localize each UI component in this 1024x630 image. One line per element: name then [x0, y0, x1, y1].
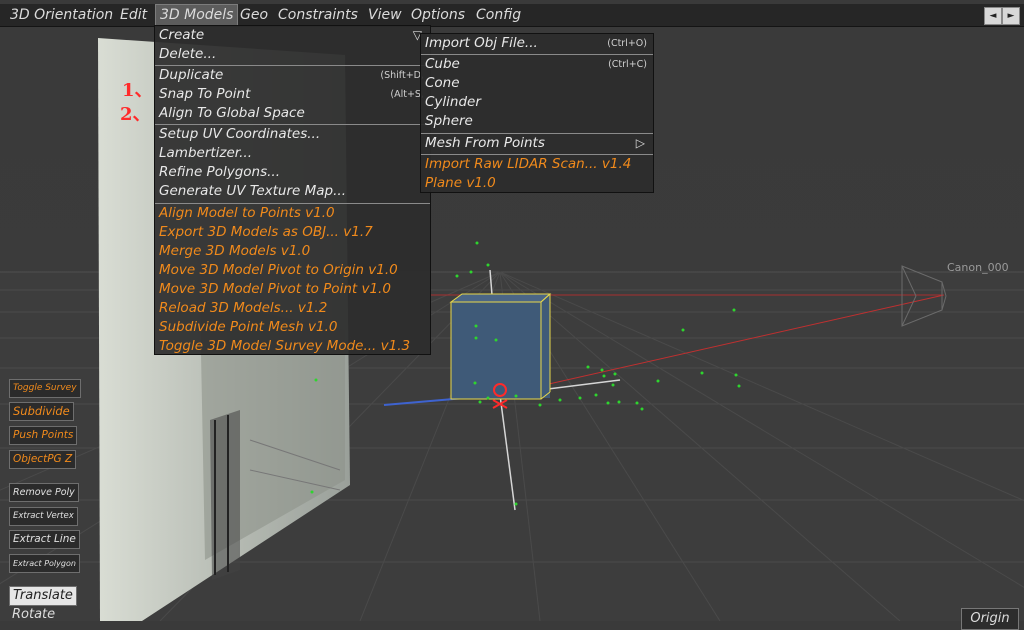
origin-button[interactable]: Origin [961, 608, 1019, 630]
menu-item-refine-polygons[interactable]: Refine Polygons... [159, 163, 426, 182]
menu-item-sphere[interactable]: Sphere [425, 112, 649, 131]
menu-edit[interactable]: Edit [116, 4, 151, 26]
menu-item-pivot-to-origin[interactable]: Move 3D Model Pivot to Origin v1.0 [159, 261, 426, 280]
push-points-button[interactable]: Push Points [9, 426, 78, 445]
menu-item-merge-3d-models[interactable]: Merge 3D Models v1.0 [159, 242, 426, 261]
menu-item-mesh-from-points[interactable]: Mesh From Points ▷ [425, 134, 649, 153]
menu-item-snap-to-point[interactable]: Snap To Point (Alt+S, [159, 85, 426, 104]
annotation-two: 2、 [120, 104, 151, 125]
menu-item-export-obj[interactable]: Export 3D Models as OBJ... v1.7 [159, 223, 426, 242]
extract-vertex-button[interactable]: Extract Vertex [9, 507, 78, 526]
subdivide-button[interactable]: Subdivide [9, 402, 74, 421]
menu-item-setup-uv[interactable]: Setup UV Coordinates... [159, 125, 426, 144]
menu-item-align-model-to-points[interactable]: Align Model to Points v1.0 [159, 204, 426, 223]
triangle-right-icon: ▷ [635, 136, 645, 150]
camera-name-label: Canon_000 [947, 261, 1009, 274]
menu-item-cylinder[interactable]: Cylinder [425, 93, 649, 112]
menu-options[interactable]: Options [407, 4, 469, 26]
menu-item-import-obj[interactable]: Import Obj File... (Ctrl+O) [425, 34, 649, 53]
extract-polygon-button[interactable]: Extract Polygon [9, 554, 80, 573]
menu-item-cube[interactable]: Cube (Ctrl+C) [425, 55, 649, 74]
extract-line-button[interactable]: Extract Line [9, 530, 80, 549]
menu-item-cone[interactable]: Cone [425, 74, 649, 93]
menu-item-reload-3d-models[interactable]: Reload 3D Models... v1.2 [159, 299, 426, 318]
menu-item-pivot-to-point[interactable]: Move 3D Model Pivot to Point v1.0 [159, 280, 426, 299]
annotation-one: 1、 [122, 80, 153, 101]
3d-models-menu: Create ▽ Delete... Duplicate (Shift+D, Sna… [154, 25, 431, 355]
translate-button[interactable]: Translate [9, 586, 77, 606]
menu-geo[interactable]: Geo [236, 4, 272, 26]
menu-constraints[interactable]: Constraints [274, 4, 362, 26]
toggle-survey-button[interactable]: Toggle Survey [9, 379, 81, 398]
scroll-right-button[interactable]: ► [1002, 7, 1020, 25]
menu-item-align-to-global-space[interactable]: Align To Global Space [159, 104, 426, 123]
menu-item-import-lidar[interactable]: Import Raw LIDAR Scan... v1.4 [425, 155, 649, 174]
menu-item-generate-uv-texture[interactable]: Generate UV Texture Map... [159, 182, 426, 201]
remove-poly-button[interactable]: Remove Poly [9, 483, 79, 502]
menu-item-lambertizer[interactable]: Lambertizer... [159, 144, 426, 163]
menu-3d-orientation[interactable]: 3D Orientation [6, 4, 117, 26]
menu-view[interactable]: View [364, 4, 406, 26]
menu-config[interactable]: Config [472, 4, 525, 26]
create-submenu: Import Obj File... (Ctrl+O) Cube (Ctrl+C) … [420, 33, 654, 193]
menu-bar: 3D Orientation Edit 3D Models Geo Constr… [0, 4, 1024, 27]
scroll-left-button[interactable]: ◄ [984, 7, 1002, 25]
menu-item-create[interactable]: Create ▽ [159, 26, 426, 45]
rotate-button[interactable]: Rotate [9, 606, 58, 623]
menu-item-toggle-survey-mode[interactable]: Toggle 3D Model Survey Mode... v1.3 [159, 337, 426, 356]
objectpg-z-button[interactable]: ObjectPG Z [9, 450, 77, 469]
menu-item-duplicate[interactable]: Duplicate (Shift+D, [159, 66, 426, 85]
menu-item-plane[interactable]: Plane v1.0 [425, 174, 649, 193]
menu-3d-models[interactable]: 3D Models [155, 4, 239, 26]
menu-item-delete[interactable]: Delete... [159, 45, 426, 64]
menu-item-subdivide-point-mesh[interactable]: Subdivide Point Mesh v1.0 [159, 318, 426, 337]
